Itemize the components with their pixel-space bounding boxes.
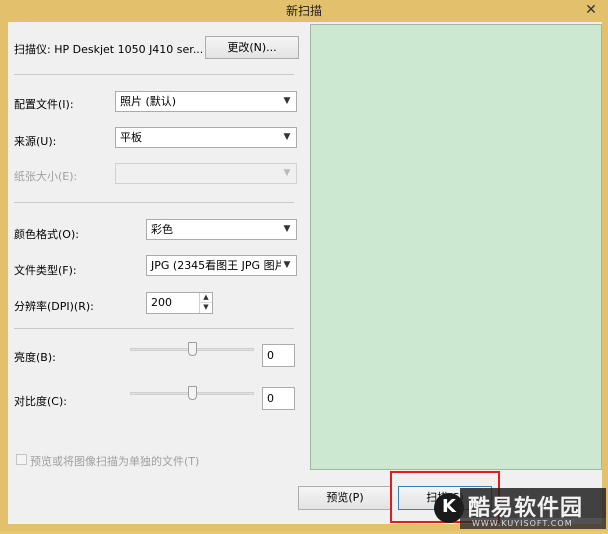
color-format-label: 颜色格式(O):	[14, 228, 79, 241]
brightness-slider-thumb[interactable]	[187, 342, 197, 356]
resolution-value: 200	[151, 296, 172, 309]
color-format-value: 彩色	[151, 223, 173, 236]
profile-label: 配置文件(I):	[14, 98, 74, 111]
separator	[14, 74, 294, 75]
preview-button[interactable]: 预览(P)	[298, 486, 392, 510]
file-type-label: 文件类型(F):	[14, 264, 77, 277]
separate-files-checkbox[interactable]	[16, 454, 27, 465]
triangle-down-icon[interactable]: ▼	[200, 303, 212, 312]
source-label: 来源(U):	[14, 135, 57, 148]
contrast-label: 对比度(C):	[14, 395, 67, 408]
close-icon[interactable]: ✕	[576, 0, 606, 20]
paper-size-label: 纸张大小(E):	[14, 170, 78, 183]
separator	[14, 202, 294, 203]
chevron-down-icon: ▼	[281, 256, 293, 275]
contrast-slider-thumb[interactable]	[187, 386, 197, 400]
source-value: 平板	[120, 131, 142, 144]
contrast-input[interactable]: 0	[262, 387, 295, 410]
chevron-down-icon: ▼	[283, 168, 291, 178]
paper-size-select: ▼	[115, 163, 297, 184]
watermark-badge: K	[442, 496, 456, 517]
profile-select[interactable]: 照片 (默认) ▼	[115, 91, 297, 112]
window-title: 新扫描	[285, 4, 322, 18]
watermark-logo: K 酷易软件园 WWW.KUYISOFT.COM	[432, 486, 608, 531]
chevron-down-icon: ▼	[283, 132, 291, 142]
separate-files-label: 预览或将图像扫描为单独的文件(T)	[30, 455, 200, 468]
scan-window: 新扫描 ✕ 扫描仪: HP Deskjet 1050 J410 ser... 更…	[0, 0, 608, 531]
color-format-select[interactable]: 彩色 ▼	[146, 219, 297, 240]
watermark-brand: 酷易软件园	[468, 496, 584, 521]
chevron-down-icon: ▼	[283, 96, 291, 106]
file-type-select[interactable]: JPG (2345看图王 JPG 图片 ▼	[146, 255, 297, 276]
scanner-label: 扫描仪: HP Deskjet 1050 J410 ser...	[14, 43, 204, 56]
dialog-client: 扫描仪: HP Deskjet 1050 J410 ser... 更改(N)..…	[8, 22, 602, 524]
resolution-label: 分辨率(DPI)(R):	[14, 300, 94, 313]
source-select[interactable]: 平板 ▼	[115, 127, 297, 148]
profile-value: 照片 (默认)	[120, 95, 177, 108]
separator	[14, 328, 294, 329]
resolution-input[interactable]: 200 ▲ ▼	[146, 292, 213, 314]
brightness-label: 亮度(B):	[14, 351, 56, 364]
change-scanner-button[interactable]: 更改(N)...	[205, 36, 299, 59]
triangle-up-icon[interactable]: ▲	[200, 293, 212, 303]
chevron-down-icon: ▼	[283, 224, 291, 234]
watermark-url: WWW.KUYISOFT.COM	[472, 519, 573, 528]
file-type-value: JPG (2345看图王 JPG 图片	[151, 259, 286, 272]
preview-pane	[310, 24, 602, 470]
brightness-input[interactable]: 0	[262, 344, 295, 367]
